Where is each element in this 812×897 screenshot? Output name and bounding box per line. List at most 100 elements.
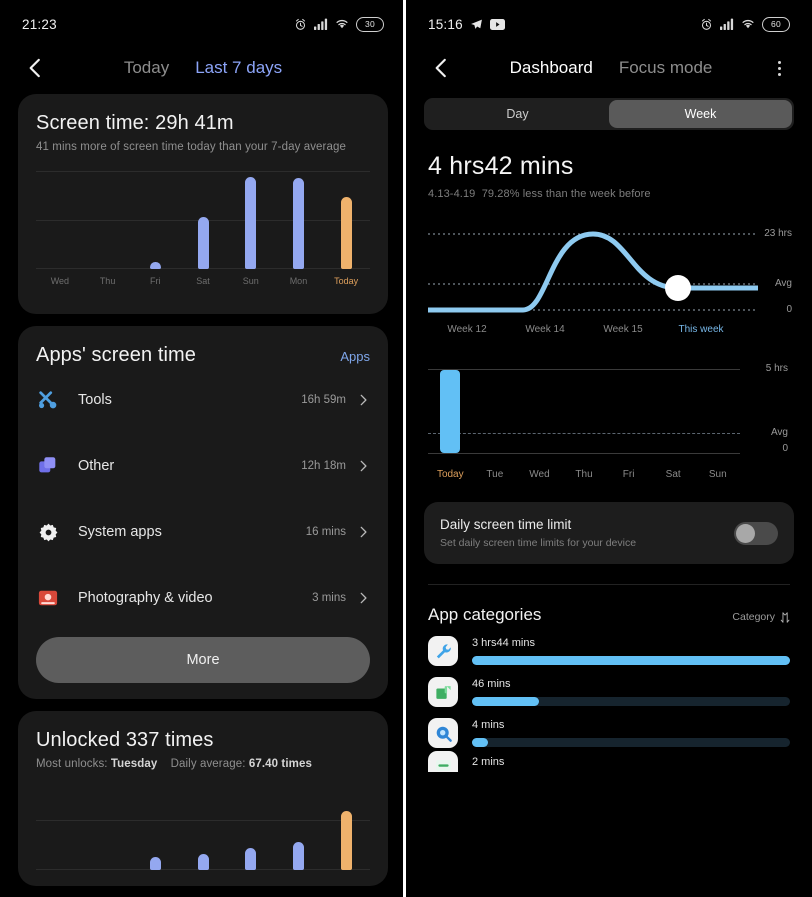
category-row-message[interactable]: 2 mins	[410, 748, 808, 772]
tab-focus-mode[interactable]: Focus mode	[619, 58, 713, 78]
toggle-knob	[736, 523, 755, 543]
apps-link[interactable]: Apps	[340, 349, 370, 364]
app-name: Tools	[78, 392, 112, 408]
line-chart-x-axis: Week 12 Week 14 Week 15 This week	[428, 324, 790, 335]
app-name: Photography & video	[78, 590, 213, 606]
bar-col	[227, 798, 275, 870]
limit-toggle-switch[interactable]	[734, 521, 778, 545]
app-categories-title: App categories	[428, 605, 542, 624]
bar-col	[322, 171, 370, 269]
unlocked-chart	[36, 798, 370, 870]
daily-average-value: 67.40 times	[248, 758, 312, 770]
back-chevron-icon[interactable]	[428, 55, 454, 81]
category-sort-control[interactable]: Category	[732, 611, 790, 623]
y-label-avg: Avg	[774, 278, 792, 289]
category-fill	[472, 697, 539, 706]
bar-col	[179, 171, 227, 269]
bar-mon	[292, 842, 304, 870]
axis-label-today: Today	[334, 276, 359, 286]
back-chevron-icon[interactable]	[22, 55, 48, 81]
limit-title: Daily screen time limit	[440, 517, 572, 532]
app-row-photography-video[interactable]: Photography & video 3 mins	[36, 565, 370, 631]
axis-label: Wed	[50, 276, 70, 286]
segment-week[interactable]: Week	[609, 100, 792, 128]
battery-indicator: 30	[356, 16, 384, 32]
weekly-line-chart: 23 hrs Avg 0	[428, 226, 792, 318]
bar-mon	[292, 178, 304, 269]
current-week-marker	[665, 275, 691, 301]
left-top-nav: Today Last 7 days	[4, 42, 402, 94]
chevron-right-icon	[360, 460, 367, 472]
search-icon	[428, 718, 458, 748]
app-categories-header: App categories Category	[410, 585, 808, 625]
category-value: 46 mins	[472, 678, 511, 690]
apps-screen-time-card: Apps' screen time Apps Tools 16h 59m Oth…	[18, 326, 388, 699]
wifi-icon	[336, 20, 348, 29]
tab-dashboard[interactable]: Dashboard	[510, 58, 593, 78]
category-value: 4 mins	[472, 719, 505, 731]
bar-fri	[149, 262, 161, 269]
camera-icon	[36, 586, 60, 610]
right-top-nav: Dashboard Focus mode	[410, 42, 808, 94]
bar-col	[227, 171, 275, 269]
bar-col	[36, 798, 84, 870]
bar-col	[473, 361, 518, 453]
bar-col	[651, 361, 696, 453]
wifi-icon	[742, 20, 754, 29]
most-unlocks-value: Tuesday	[110, 758, 158, 770]
x-label: Week 15	[603, 324, 643, 335]
battery-indicator: 60	[762, 16, 790, 32]
daily-screen-time-limit-card[interactable]: Daily screen time limit Set daily screen…	[424, 502, 794, 564]
comparison-text: 79.28% less than the week before	[481, 188, 651, 200]
category-value: 2 mins	[472, 756, 505, 768]
daily-chart-x-axis: Today Tue Wed Thu Fri Sat Sun	[428, 469, 790, 480]
bar-today	[440, 370, 461, 453]
kebab-menu-icon[interactable]	[768, 60, 790, 76]
y-label-avg: Avg	[770, 427, 788, 438]
app-row-system-apps[interactable]: System apps 16 mins	[36, 499, 370, 565]
x-label: Thu	[575, 469, 593, 480]
tools-icon	[36, 388, 60, 412]
category-row-green-app[interactable]: 46 mins	[410, 666, 808, 707]
axis-label: Thu	[99, 276, 116, 286]
app-row-tools[interactable]: Tools 16h 59m	[36, 367, 370, 433]
alarm-icon	[295, 18, 306, 30]
more-button[interactable]: More	[36, 637, 370, 683]
category-fill	[472, 738, 488, 747]
category-row-search[interactable]: 4 mins	[410, 707, 808, 748]
x-label: Sun	[708, 469, 727, 480]
bar-col	[606, 361, 651, 453]
x-label: Week 14	[525, 324, 565, 335]
telegram-icon	[470, 19, 482, 29]
bar-today	[340, 811, 352, 870]
sort-label: Category	[732, 611, 775, 623]
x-label: Week 12	[447, 324, 487, 335]
bar-col	[517, 361, 562, 453]
category-body: 4 mins	[472, 719, 790, 747]
bar-sun	[245, 177, 257, 269]
category-fill	[472, 656, 790, 665]
bar-today	[340, 197, 352, 269]
x-label-this-week: This week	[678, 324, 724, 335]
tab-today[interactable]: Today	[124, 58, 169, 78]
app-time: 16 mins	[305, 526, 346, 538]
bar-col	[562, 361, 607, 453]
category-body: 2 mins	[472, 756, 790, 772]
line-series	[428, 231, 758, 313]
segment-day[interactable]: Day	[426, 100, 609, 128]
app-time: 3 mins	[312, 592, 346, 604]
right-status-bar: 15:16 60	[410, 6, 808, 42]
gear-icon	[36, 520, 60, 544]
date-range: 4.13-4.19	[428, 188, 476, 200]
nav-tab-group: Today Last 7 days	[124, 58, 282, 78]
app-row-other[interactable]: Other 12h 18m	[36, 433, 370, 499]
category-row-tools[interactable]: 3 hrs44 mins	[410, 625, 808, 666]
right-phone-screen: 15:16 60 Dashboard Focus mode Day Week 4…	[406, 0, 812, 897]
screen-time-bars	[36, 171, 370, 269]
bar-sat	[197, 217, 209, 269]
bar-col	[84, 171, 132, 269]
tab-last-7-days[interactable]: Last 7 days	[195, 58, 282, 78]
x-label: Wed	[529, 469, 550, 480]
limit-subtitle: Set daily screen time limits for your de…	[440, 537, 637, 549]
bar-col	[84, 798, 132, 870]
